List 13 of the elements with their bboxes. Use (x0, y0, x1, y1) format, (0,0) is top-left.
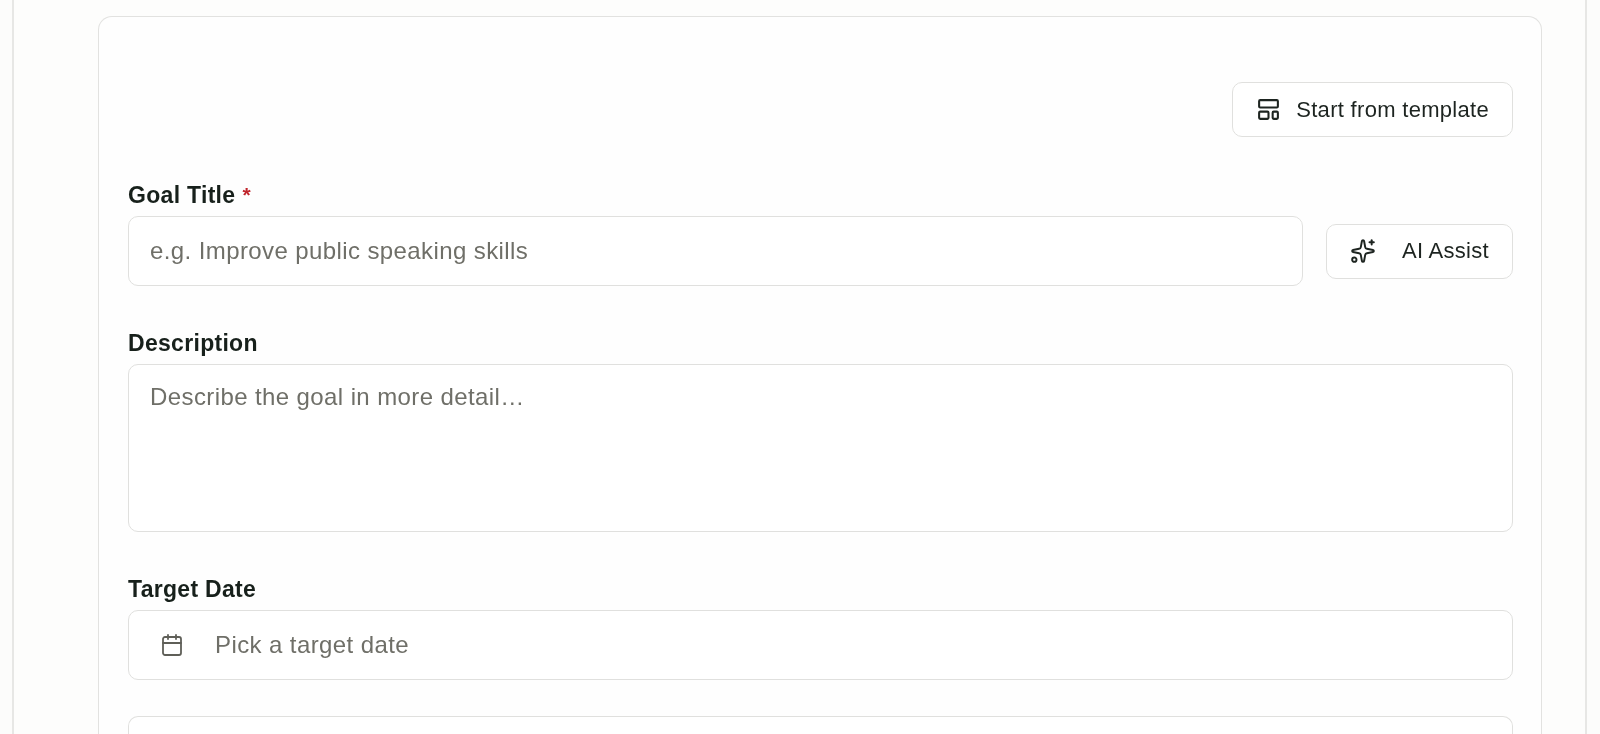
field-label: Goal Title (128, 183, 236, 207)
date-picker-field[interactable]: Pick a target date (128, 610, 1513, 680)
required-asterisk: * (242, 183, 251, 207)
template-icon (1256, 97, 1282, 122)
field-label: Description (128, 331, 258, 355)
description-textarea[interactable]: Describe the goal in more detail… (128, 364, 1513, 532)
template-button[interactable]: Start from template (1232, 82, 1513, 137)
title-input[interactable]: e.g. Improve public speaking skills (128, 216, 1303, 286)
input-field[interactable] (128, 716, 1513, 734)
field-label: Target Date (128, 577, 257, 601)
calendar-icon (160, 633, 184, 657)
ai-assist-button[interactable]: AI Assist (1325, 223, 1513, 279)
sparkles-icon (1349, 238, 1376, 264)
